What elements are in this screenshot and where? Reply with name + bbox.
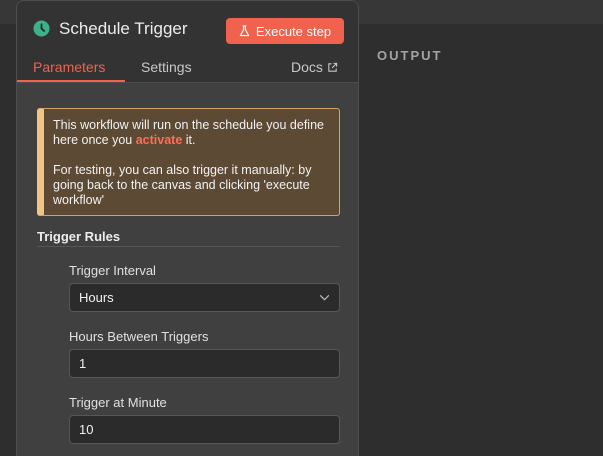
trigger-interval-select[interactable]: Hours: [69, 283, 340, 312]
output-title: OUTPUT: [377, 48, 443, 63]
trigger-rules-heading: Trigger Rules: [37, 229, 121, 244]
output-pane: OUTPUT: [355, 24, 603, 456]
node-parameters-panel: Schedule Trigger Execute step Parameters…: [16, 0, 359, 456]
trigger-interval-value: Hours: [79, 290, 114, 305]
activation-notice: This workflow will run on the schedule y…: [37, 108, 340, 216]
panel-header: Schedule Trigger Execute step Parameters…: [17, 1, 358, 83]
chevron-down-icon: [319, 294, 330, 301]
trigger-minute-label: Trigger at Minute: [69, 395, 167, 410]
hours-between-value: 1: [79, 356, 87, 371]
hours-between-input[interactable]: 1: [69, 349, 340, 378]
external-link-icon: [328, 62, 338, 72]
execute-step-button[interactable]: Execute step: [226, 18, 344, 44]
section-divider: [37, 246, 340, 247]
trigger-minute-value: 10: [79, 422, 94, 437]
activate-link[interactable]: activate: [136, 133, 183, 147]
notice-text-2: For testing, you can also trigger it man…: [53, 163, 312, 207]
docs-link[interactable]: Docs: [291, 59, 338, 75]
active-tab-indicator: [17, 80, 125, 82]
node-title: Schedule Trigger: [59, 19, 188, 38]
execute-step-label: Execute step: [255, 23, 332, 39]
flask-icon: [239, 25, 250, 37]
tab-parameters[interactable]: Parameters: [33, 59, 105, 75]
trigger-minute-input[interactable]: 10: [69, 415, 340, 444]
docs-label: Docs: [291, 59, 323, 75]
tab-settings[interactable]: Settings: [141, 59, 192, 75]
trigger-interval-label: Trigger Interval: [69, 263, 156, 278]
clock-icon: [33, 20, 50, 37]
notice-text-1: This workflow will run on the schedule y…: [53, 118, 324, 147]
hours-between-label: Hours Between Triggers: [69, 329, 209, 344]
